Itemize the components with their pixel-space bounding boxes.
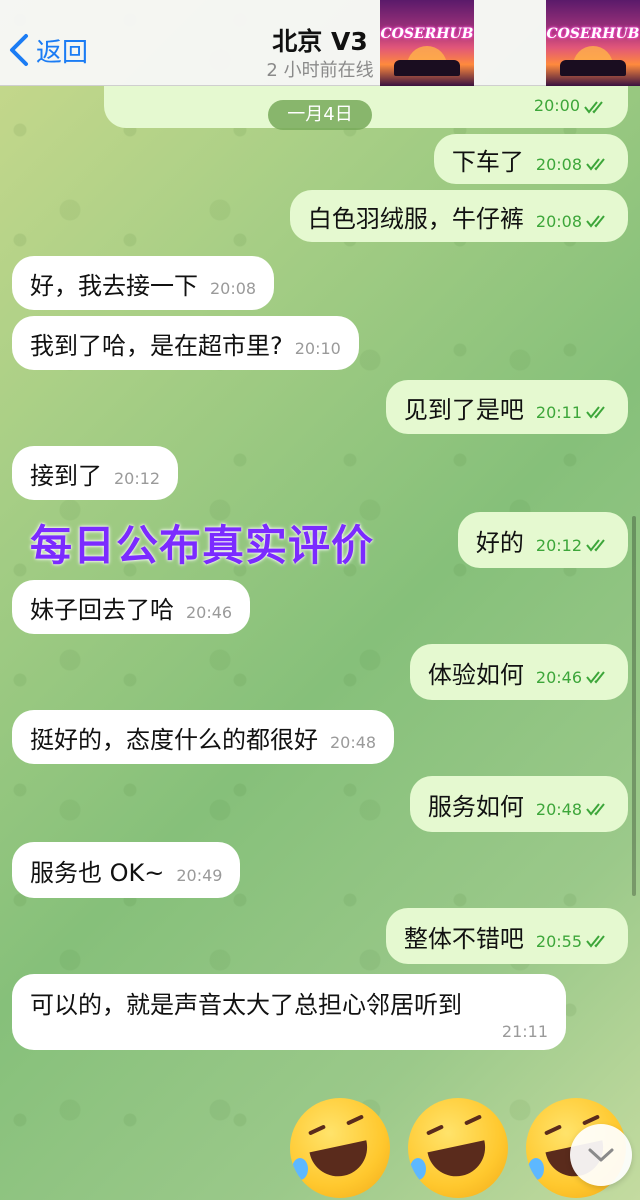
outgoing-message[interactable]: 好的 20:12 <box>457 512 628 568</box>
scrollbar[interactable] <box>632 516 636 896</box>
message-text: 挺好的，态度什么的都很好 <box>30 725 318 754</box>
promo-watermark: 每日公布真实评价 <box>30 521 375 570</box>
double-check-icon <box>586 157 610 171</box>
outgoing-message[interactable]: 服务如何 20:48 <box>409 776 628 832</box>
message-time: 20:08 <box>210 278 257 298</box>
outgoing-message[interactable]: 体验如何 20:46 <box>409 644 628 700</box>
logo-text: COSERHUB <box>546 26 640 42</box>
coserhub-logo-avatar[interactable]: COSERHUB <box>546 0 640 86</box>
logo-text: COSERHUB <box>380 26 474 42</box>
double-check-icon <box>586 934 610 948</box>
last-seen-status: 2 小时前在线 <box>266 60 374 81</box>
message-time: 20:12 <box>114 468 161 488</box>
message-time: 20:46 <box>535 667 582 687</box>
outgoing-message[interactable]: 下车了 20:08 <box>433 134 628 184</box>
message-text: 见到了是吧 <box>403 395 524 424</box>
message-time: 20:12 <box>535 535 582 555</box>
incoming-message[interactable]: 接到了 20:12 <box>12 446 179 500</box>
message-time: 21:11 <box>501 1022 548 1041</box>
outgoing-message[interactable]: 见到了是吧 20:11 <box>385 380 628 434</box>
double-check-icon <box>586 214 610 228</box>
message-text: 服务也 OK~ <box>30 858 165 887</box>
message-time: 20:11 <box>535 402 582 422</box>
incoming-message[interactable]: 可以的，就是声音太大了总担心邻居听到 21:11 <box>12 974 566 1050</box>
double-check-icon <box>584 100 608 114</box>
rolling-on-floor-laughing-emoji[interactable] <box>408 1098 508 1198</box>
logo-car <box>560 60 626 76</box>
message-text: 妹子回去了哈 <box>30 595 174 624</box>
coserhub-logo: COSERHUB <box>380 0 474 86</box>
message-text: 可以的，就是声音太大了总担心邻居听到 <box>30 991 462 1019</box>
outgoing-message[interactable]: 整体不错吧 20:55 <box>385 908 628 964</box>
incoming-message[interactable]: 妹子回去了哈 20:46 <box>12 580 251 634</box>
message-time: 20:08 <box>535 211 582 231</box>
chat-title[interactable]: 北京 V3 <box>0 22 640 58</box>
scroll-to-bottom-button[interactable] <box>570 1124 632 1186</box>
message-text: 好的 <box>475 528 524 557</box>
message-text: 服务如何 <box>427 792 524 821</box>
message-time: 20:55 <box>535 931 582 951</box>
message-text: 整体不错吧 <box>403 924 524 953</box>
message-text: 体验如何 <box>427 660 524 689</box>
incoming-message[interactable]: 好，我去接一下 20:08 <box>12 256 275 310</box>
incoming-message[interactable]: 我到了哈，是在超市里? 20:10 <box>12 316 359 370</box>
rolling-on-floor-laughing-emoji[interactable] <box>290 1098 390 1198</box>
message-time: 20:48 <box>535 799 582 819</box>
message-time: 20:00 <box>533 96 580 115</box>
incoming-message[interactable]: 挺好的，态度什么的都很好 20:48 <box>12 710 395 764</box>
logo-car <box>394 60 460 76</box>
message-time: 20:10 <box>294 338 341 358</box>
double-check-icon <box>586 670 610 684</box>
message-text: 接到了 <box>30 461 102 490</box>
message-text: 我到了哈，是在超市里? <box>30 331 283 360</box>
message-text: 好，我去接一下 <box>30 271 198 300</box>
double-check-icon <box>586 802 610 816</box>
message-text: 白色羽绒服，牛仔裤 <box>307 204 524 233</box>
incoming-message[interactable]: 服务也 OK~ 20:49 <box>12 842 241 898</box>
message-time: 20:49 <box>176 865 223 885</box>
date-separator: 一月4日 <box>268 100 372 130</box>
double-check-icon <box>586 405 610 419</box>
message-time: 20:46 <box>186 602 233 622</box>
chevron-down-icon <box>588 1148 614 1162</box>
message-time: 20:08 <box>535 154 582 174</box>
double-check-icon <box>586 538 610 552</box>
message-text: 下车了 <box>451 147 524 176</box>
outgoing-message[interactable]: 白色羽绒服，牛仔裤 20:08 <box>289 190 628 242</box>
chat-header: 返回 北京 V3 2 小时前在线 COSERHUB COSERHUB <box>0 0 640 86</box>
message-time: 20:48 <box>330 732 377 752</box>
